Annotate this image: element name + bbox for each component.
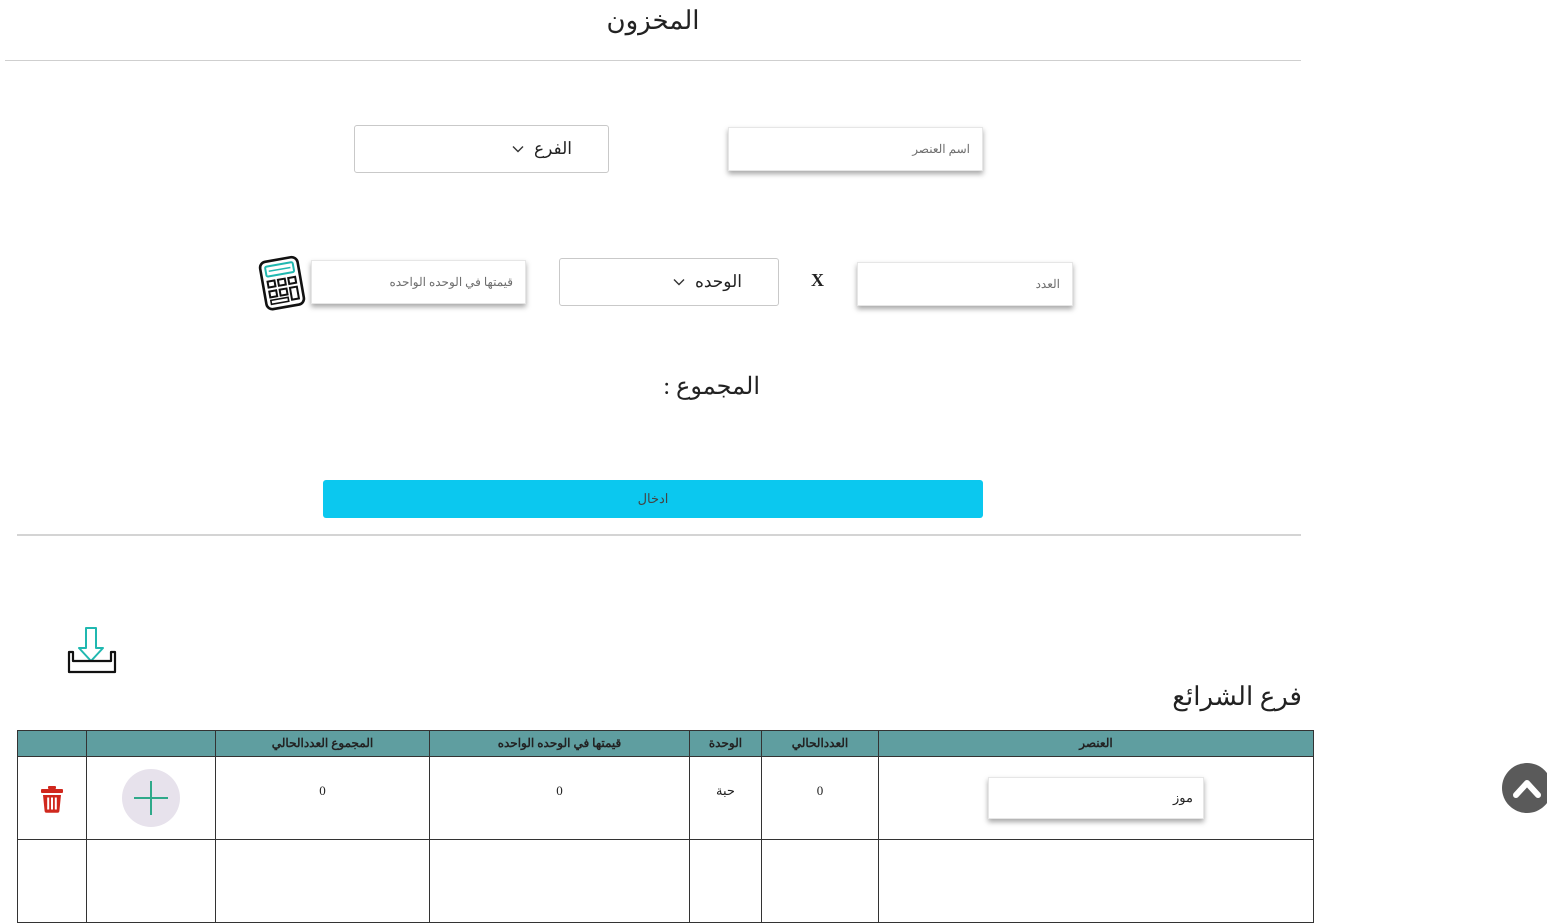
multiply-sign: X xyxy=(811,270,824,290)
item-name-field[interactable] xyxy=(728,127,983,171)
col-header-item: العنصر xyxy=(878,730,1314,757)
col-header-current-count: العددالحالي xyxy=(761,730,879,757)
add-button[interactable] xyxy=(122,769,180,827)
scroll-top-button[interactable] xyxy=(1502,763,1547,813)
col-header-delete xyxy=(17,730,87,757)
section-divider xyxy=(17,534,1301,536)
delete-cell xyxy=(17,756,87,840)
unit-cell: حبة xyxy=(689,756,762,840)
top-divider xyxy=(5,60,1301,61)
calculator-icon[interactable] xyxy=(256,255,310,315)
unit-value-field[interactable] xyxy=(311,260,526,304)
col-header-unit: الوحدة xyxy=(689,730,762,757)
page-title: المخزون xyxy=(606,6,700,35)
count-input[interactable] xyxy=(868,275,1062,293)
table-row: 0 0 حبة 0 موز xyxy=(17,756,1314,840)
branch-title: فرع الشرائع xyxy=(1172,682,1302,711)
branch-select[interactable]: الفرع xyxy=(354,125,609,173)
current-total-cell: 0 xyxy=(215,756,430,840)
inventory-table: المجموع العددالحالي قيمتها في الوحده الو… xyxy=(17,730,1314,923)
item-cell: موز xyxy=(878,756,1314,840)
item-value-field[interactable]: موز xyxy=(988,777,1204,819)
unit-select[interactable]: الوحده xyxy=(559,258,779,306)
unit-value-input[interactable] xyxy=(322,273,515,291)
col-header-add xyxy=(86,730,216,757)
col-header-current-total: المجموع العددالحالي xyxy=(215,730,430,757)
branch-select-label: الفرع xyxy=(533,139,572,158)
unit-value-cell: 0 xyxy=(429,756,690,840)
trash-icon[interactable] xyxy=(40,785,64,817)
total-label: المجموع : xyxy=(663,374,760,400)
plus-icon xyxy=(134,781,168,815)
table-header-row: المجموع العددالحالي قيمتها في الوحده الو… xyxy=(17,730,1314,757)
current-count-cell: 0 xyxy=(761,756,879,840)
chevron-down-icon xyxy=(512,145,524,153)
submit-button[interactable]: ادخال xyxy=(323,480,983,518)
item-name-input[interactable] xyxy=(739,140,972,158)
count-field[interactable] xyxy=(857,262,1073,306)
download-tray-icon[interactable] xyxy=(65,626,119,682)
chevron-up-icon xyxy=(1513,780,1541,798)
chevron-down-icon xyxy=(673,278,685,286)
add-cell xyxy=(86,756,216,840)
unit-select-label: الوحده xyxy=(694,272,742,291)
col-header-unit-value: قيمتها في الوحده الواحده xyxy=(429,730,690,757)
